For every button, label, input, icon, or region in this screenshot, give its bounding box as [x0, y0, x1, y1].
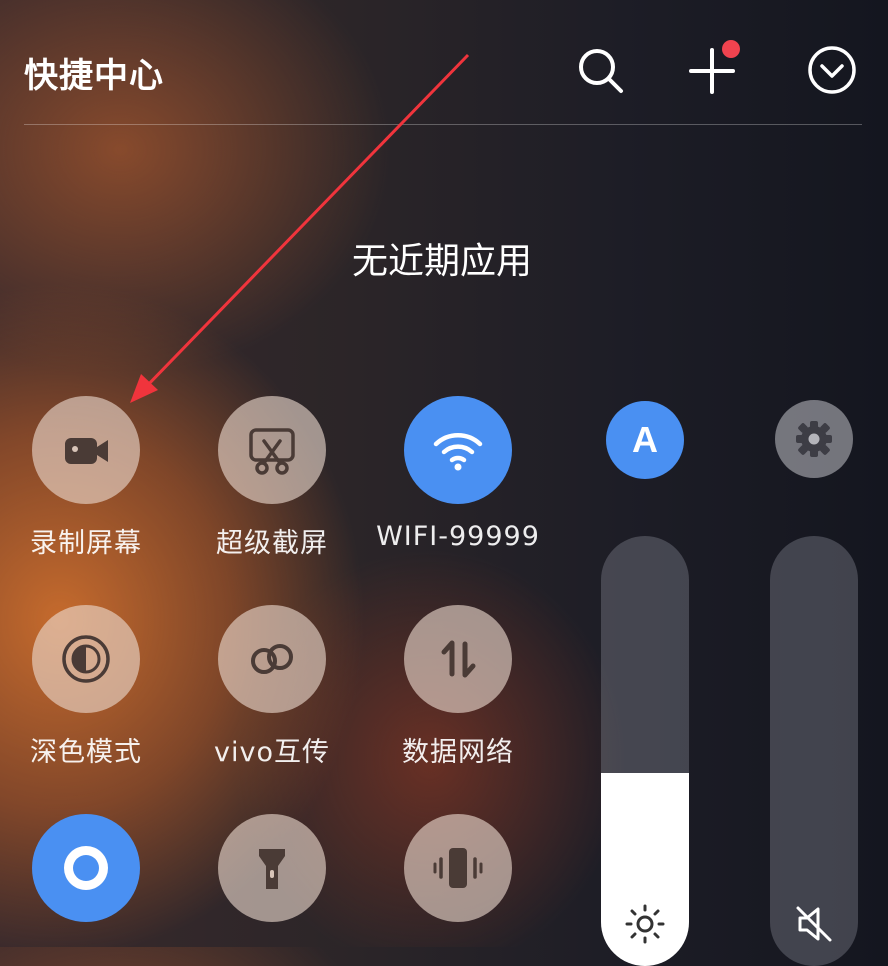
volume-slider[interactable]	[770, 536, 858, 966]
tile-eye-protection-circle	[32, 814, 140, 922]
video-record-icon	[55, 419, 117, 481]
volume-slider-icon-wrap	[770, 902, 858, 946]
brightness-slider[interactable]	[601, 536, 689, 966]
tile-super-screenshot-circle	[218, 396, 326, 504]
tile-vibrate-circle	[404, 814, 512, 922]
search-button[interactable]	[574, 44, 626, 96]
eye-protection-icon	[55, 837, 117, 899]
auto-brightness-glyph: A	[632, 419, 658, 460]
notification-dot	[722, 40, 740, 58]
tile-dark-mode-circle	[32, 605, 140, 713]
settings-gear-icon	[789, 414, 839, 464]
tile-super-screenshot[interactable]: 超级截屏	[182, 396, 362, 560]
auto-brightness-icon: A	[620, 415, 670, 465]
add-button[interactable]	[686, 44, 738, 96]
tile-dark-mode[interactable]: 深色模式	[0, 605, 176, 769]
auto-brightness-button[interactable]: A	[606, 401, 684, 479]
collapse-button[interactable]	[806, 44, 858, 96]
brightness-sun-icon	[623, 902, 667, 946]
vivo-share-icon	[241, 628, 303, 690]
tile-eye-protection[interactable]	[0, 814, 176, 939]
tile-flashlight[interactable]	[182, 814, 362, 939]
tile-label: 录制屏幕	[0, 521, 176, 560]
tile-vivo-share[interactable]: vivo互传	[182, 605, 362, 769]
tile-screen-record[interactable]: 录制屏幕	[0, 396, 176, 560]
recent-apps-empty-label: 无近期应用	[352, 241, 532, 282]
tile-label: 超级截屏	[182, 521, 362, 560]
collapse-icon	[806, 44, 858, 96]
tile-flashlight-circle	[218, 814, 326, 922]
tile-label: 深色模式	[0, 730, 176, 769]
header-divider	[24, 124, 862, 125]
tile-vibrate[interactable]	[368, 814, 548, 939]
tile-label: 数据网络	[368, 730, 548, 769]
mobile-data-icon	[427, 628, 489, 690]
tile-mobile-data[interactable]: 数据网络	[368, 605, 548, 769]
settings-button[interactable]	[775, 400, 853, 478]
tile-wifi[interactable]: WIFI-99999	[368, 396, 548, 552]
search-icon	[574, 44, 626, 96]
tile-label: vivo互传	[182, 730, 362, 769]
brightness-slider-icon-wrap	[601, 902, 689, 946]
tile-mobile-data-circle	[404, 605, 512, 713]
tile-vivo-share-circle	[218, 605, 326, 713]
tile-label: WIFI-99999	[368, 521, 548, 552]
flashlight-icon	[241, 837, 303, 899]
recent-apps-empty: 无近期应用	[0, 232, 888, 284]
tile-screen-record-circle	[32, 396, 140, 504]
mute-icon	[792, 902, 836, 946]
tile-wifi-circle	[404, 396, 512, 504]
super-screenshot-icon	[241, 419, 303, 481]
dark-mode-icon	[55, 628, 117, 690]
page-title: 快捷中心	[24, 48, 164, 97]
wifi-icon	[427, 419, 489, 481]
vibrate-icon	[427, 837, 489, 899]
